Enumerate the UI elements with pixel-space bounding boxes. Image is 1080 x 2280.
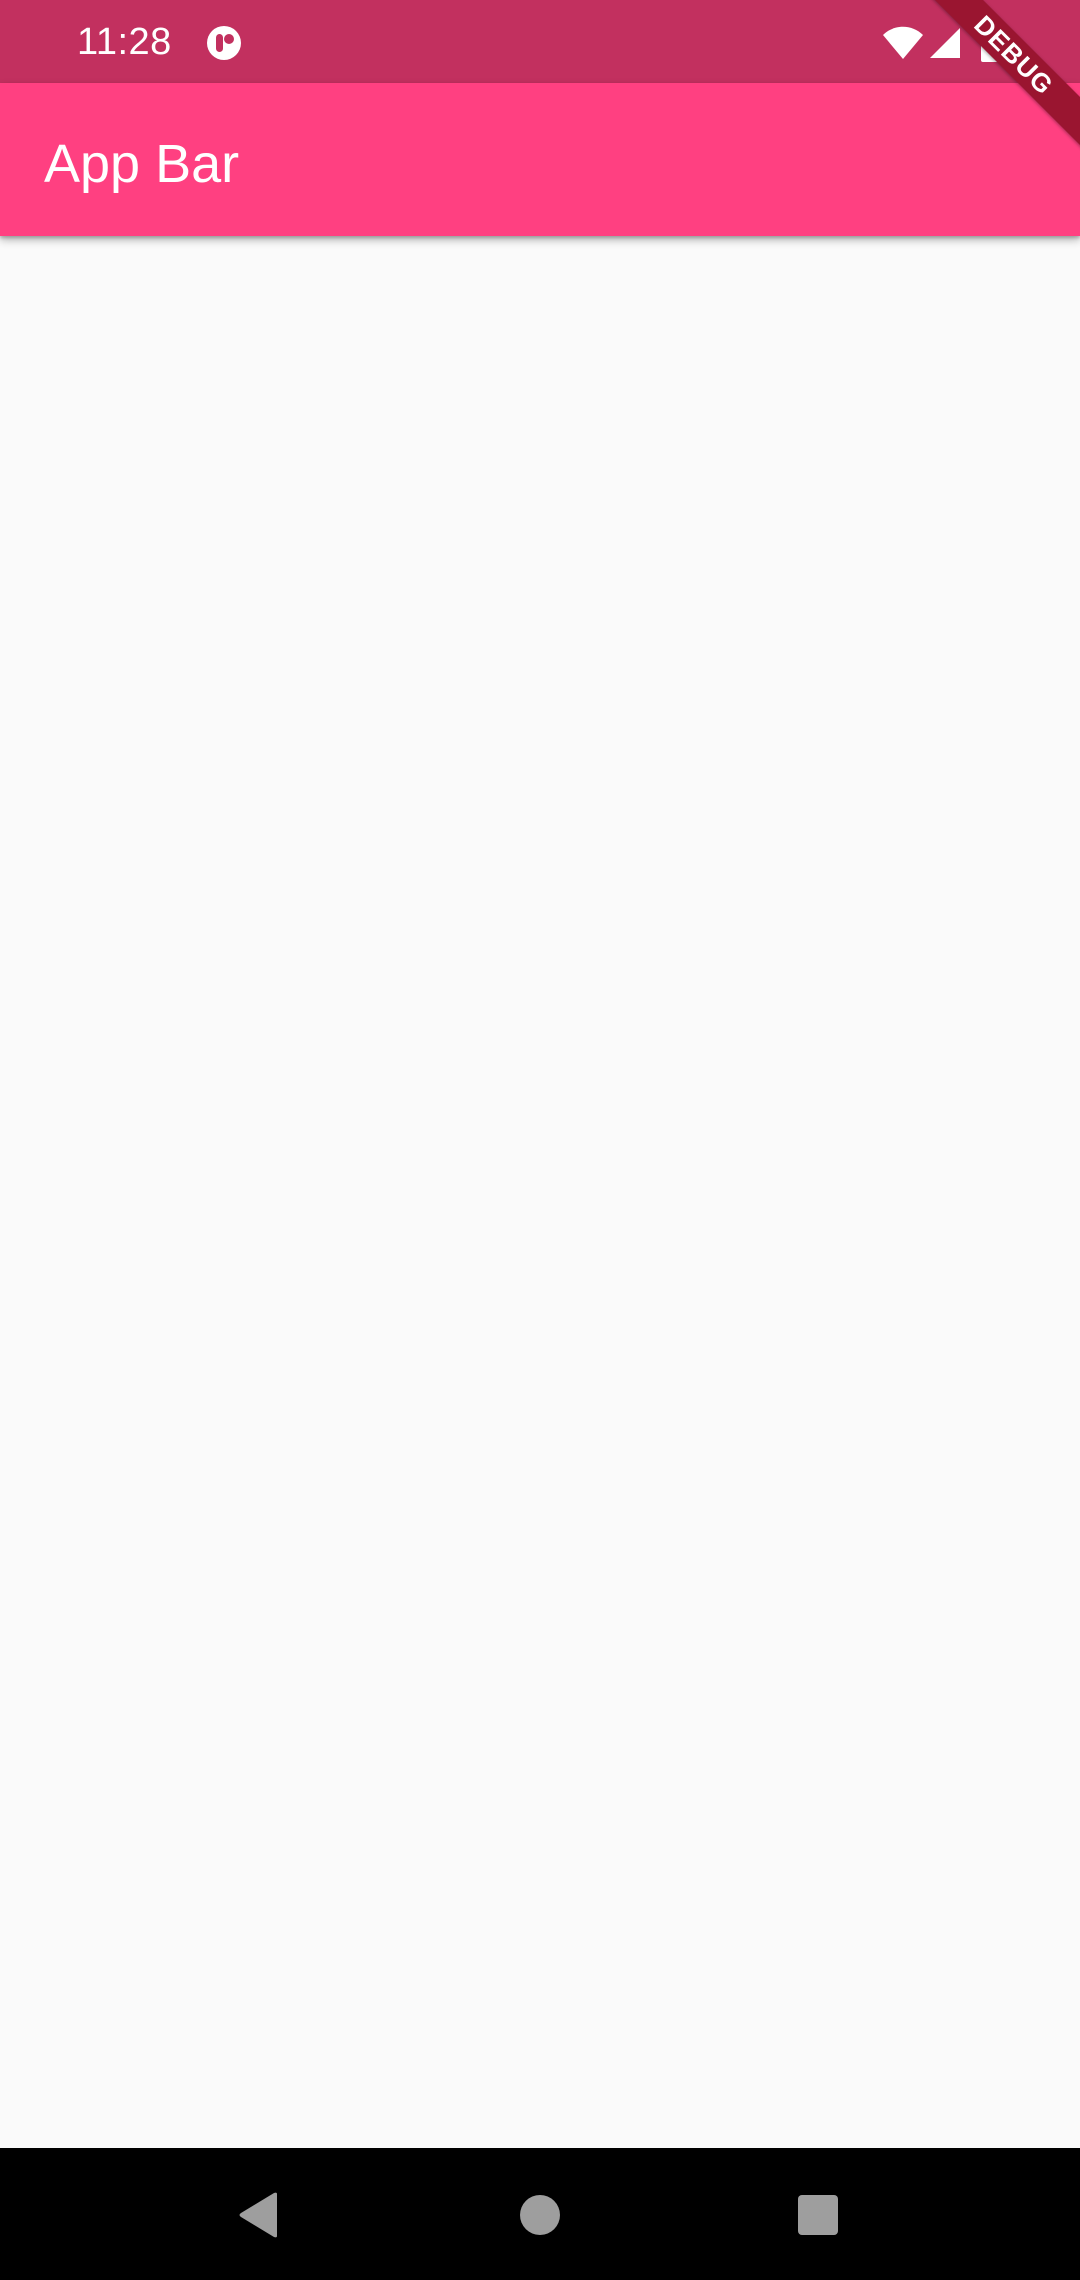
- navigation-bar: [0, 2148, 1080, 2280]
- wifi-icon: [883, 26, 923, 59]
- notification-app-icon: [207, 26, 241, 60]
- status-time: 11:28: [77, 21, 172, 63]
- home-circle-icon[interactable]: [519, 2194, 561, 2236]
- main-content: [0, 236, 1080, 2148]
- back-triangle-icon[interactable]: [237, 2192, 279, 2238]
- battery-icon: [981, 22, 1003, 62]
- status-bar: 11:28: [0, 0, 1080, 83]
- app-bar: App Bar: [0, 83, 1080, 236]
- cell-signal-icon: [930, 28, 960, 58]
- app-bar-title: App Bar: [44, 134, 240, 194]
- recents-square-icon[interactable]: [797, 2194, 839, 2236]
